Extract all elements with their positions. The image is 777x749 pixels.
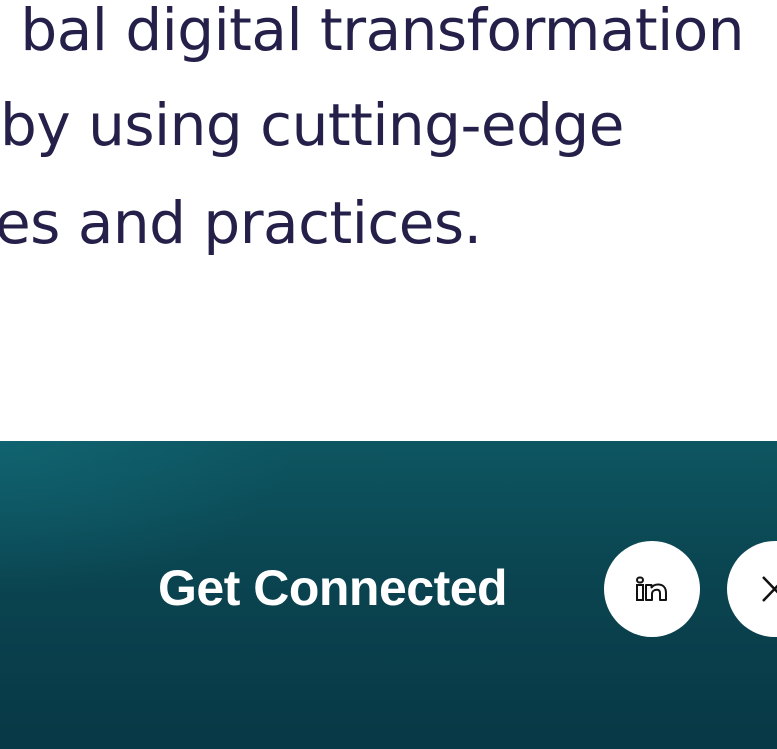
get-connected-row: Get Connected [0,540,777,638]
mission-line-3: es and practices. [0,189,482,257]
mission-line-2: by using cutting-edge [0,91,624,159]
x-button[interactable] [727,541,777,637]
x-icon [762,576,777,602]
mission-line-1: bal digital transformation [20,0,744,64]
get-connected-heading: Get Connected [158,560,508,616]
mission-statement: bal digital transformation by using cutt… [0,0,777,441]
linkedin-icon [636,576,667,601]
footer-band: Get Connected [0,441,777,749]
page: bal digital transformation by using cutt… [0,0,777,749]
linkedin-button[interactable] [604,541,700,637]
